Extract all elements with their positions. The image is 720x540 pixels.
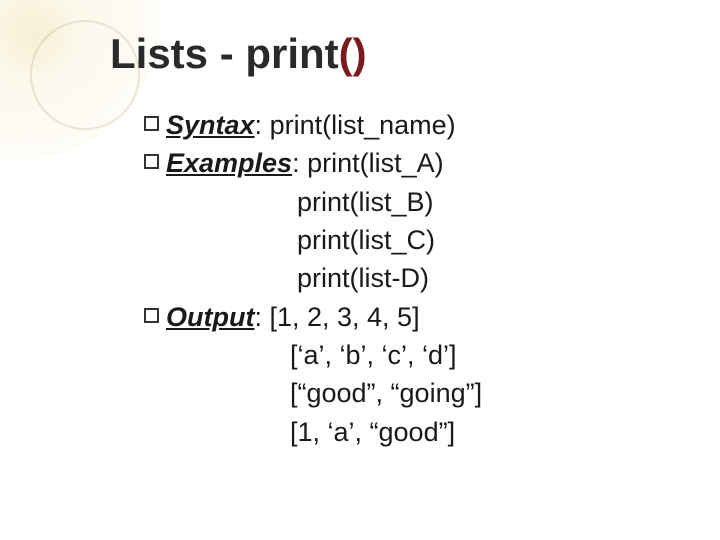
- bullet-icon: [144, 116, 159, 131]
- syntax-label: Syntax: [166, 110, 255, 140]
- output-sep: :: [254, 302, 269, 332]
- title-main: Lists - print: [110, 30, 339, 77]
- syntax-value: print(list_name): [270, 110, 456, 140]
- output-value-1: [1, 2, 3, 4, 5]: [269, 302, 419, 332]
- examples-value-1: print(list_A): [307, 148, 444, 178]
- slide-content: Lists - print() Syntax: print(list_name)…: [0, 0, 720, 481]
- examples-row: Examples: print(list_A): [144, 144, 670, 182]
- examples-label: Examples: [166, 148, 292, 178]
- syntax-sep: :: [255, 110, 270, 140]
- output-value-4: [1, ‘a’, “good”]: [144, 413, 670, 451]
- output-label: Output: [166, 302, 254, 332]
- bullet-icon: [144, 308, 159, 323]
- output-value-2: [‘a’, ‘b’, ‘c’, ‘d’]: [144, 336, 670, 374]
- examples-value-2: print(list_B): [144, 183, 670, 221]
- title-parentheses: (): [339, 30, 367, 77]
- examples-value-4: print(list-D): [144, 259, 670, 297]
- bullet-icon: [144, 154, 159, 169]
- examples-line-1: Examples: print(list_A): [166, 144, 444, 182]
- syntax-row: Syntax: print(list_name): [144, 106, 670, 144]
- examples-value-3: print(list_C): [144, 221, 670, 259]
- syntax-line: Syntax: print(list_name): [166, 106, 456, 144]
- output-line-1: Output: [1, 2, 3, 4, 5]: [166, 298, 420, 336]
- slide-title: Lists - print(): [110, 30, 670, 78]
- output-row: Output: [1, 2, 3, 4, 5]: [144, 298, 670, 336]
- content-body: Syntax: print(list_name) Examples: print…: [110, 106, 670, 451]
- output-value-3: [“good”, “going”]: [144, 374, 670, 412]
- examples-sep: :: [292, 148, 307, 178]
